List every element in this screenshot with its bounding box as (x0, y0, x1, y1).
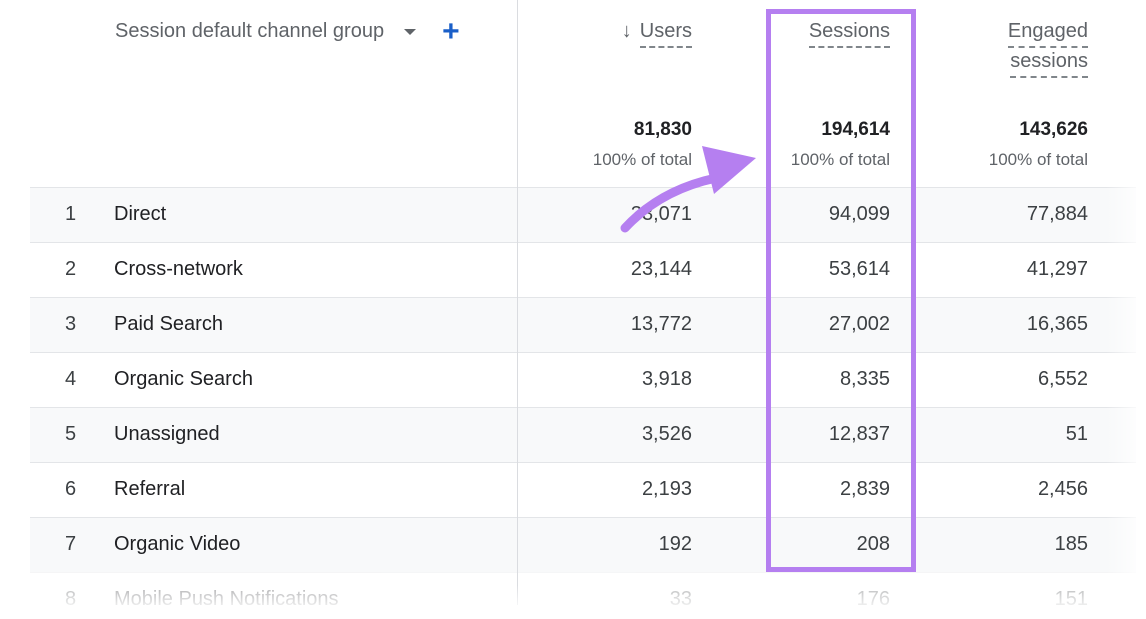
table-row[interactable]: 2 Cross-network 23,144 53,614 41,297 (30, 242, 1136, 297)
engaged-sessions-value: 2,456 (1037, 478, 1088, 500)
total-percent: 100% of total (592, 150, 692, 169)
row-index: 3 (65, 313, 77, 335)
channel-name[interactable]: Organic Video (114, 533, 240, 556)
sessions-value: 8,335 (839, 368, 890, 390)
channel-name[interactable]: Mobile Push Notifications (114, 588, 339, 611)
column-divider (517, 0, 518, 605)
column-label: Sessions (808, 18, 890, 48)
total-percent: 100% of total (790, 150, 890, 169)
channel-name[interactable]: Unassigned (114, 423, 220, 446)
engaged-sessions-value: 185 (1054, 533, 1088, 555)
dimension-label: Session default channel group (115, 20, 385, 42)
table-row[interactable]: 6 Referral 2,193 2,839 2,456 (30, 462, 1136, 517)
users-value: 33 (669, 588, 692, 610)
table-row[interactable]: 7 Organic Video 192 208 185 (30, 517, 1136, 572)
row-index: 2 (65, 258, 77, 280)
total-users: 81,830 100% of total (593, 118, 692, 170)
channel-name[interactable]: Cross-network (114, 258, 243, 281)
users-value: 192 (658, 533, 692, 555)
engaged-sessions-value: 151 (1054, 588, 1088, 610)
channel-name[interactable]: Organic Search (114, 368, 253, 391)
engaged-sessions-value: 16,365 (1026, 313, 1088, 335)
engaged-sessions-value: 41,297 (1026, 258, 1088, 280)
sessions-value: 94,099 (828, 203, 890, 225)
sessions-value: 2,839 (839, 478, 890, 500)
column-header-sessions[interactable]: Sessions (808, 18, 890, 48)
total-value: 194,614 (821, 119, 890, 140)
table-header: Session default channel group + ↓ Users S… (30, 0, 1136, 187)
sessions-value: 53,614 (828, 258, 890, 280)
users-value: 23,144 (630, 258, 692, 280)
users-value: 3,526 (641, 423, 692, 445)
users-value: 33,071 (630, 203, 692, 225)
total-value: 143,626 (1019, 119, 1088, 140)
column-label-line2: sessions (1010, 48, 1088, 78)
total-value: 81,830 (633, 119, 692, 140)
column-header-users[interactable]: ↓ Users (622, 18, 692, 48)
sessions-value: 12,837 (828, 423, 890, 445)
row-index: 1 (65, 203, 77, 225)
sessions-value: 208 (856, 533, 890, 555)
caret-down-icon[interactable] (404, 28, 417, 35)
row-index: 7 (65, 533, 77, 555)
table-row[interactable]: 3 Paid Search 13,772 27,002 16,365 (30, 297, 1136, 352)
channel-report-table: Session default channel group + ↓ Users S… (30, 0, 1136, 613)
column-label: Users (639, 18, 692, 48)
row-index: 8 (65, 588, 77, 610)
row-index: 6 (65, 478, 77, 500)
users-value: 2,193 (641, 478, 692, 500)
total-sessions: 194,614 100% of total (791, 118, 890, 170)
plus-icon[interactable]: + (442, 16, 460, 46)
column-header-engaged-sessions[interactable]: Engaged sessions (1007, 18, 1088, 78)
table-row[interactable]: 5 Unassigned 3,526 12,837 51 (30, 407, 1136, 462)
users-value: 13,772 (630, 313, 692, 335)
table-row[interactable]: 8 Mobile Push Notifications 33 176 151 (30, 572, 1136, 613)
column-label-line1: Engaged (1007, 18, 1088, 48)
engaged-sessions-value: 6,552 (1037, 368, 1088, 390)
sessions-value: 27,002 (828, 313, 890, 335)
total-percent: 100% of total (988, 150, 1088, 169)
row-index: 5 (65, 423, 77, 445)
channel-name[interactable]: Paid Search (114, 313, 223, 336)
arrow-down-icon: ↓ (621, 20, 632, 42)
channel-name[interactable]: Direct (114, 203, 166, 226)
sessions-value: 176 (856, 588, 890, 610)
total-engaged-sessions: 143,626 100% of total (989, 118, 1088, 170)
table-row[interactable]: 4 Organic Search 3,918 8,335 6,552 (30, 352, 1136, 407)
users-value: 3,918 (641, 368, 692, 390)
table-row[interactable]: 1 Direct 33,071 94,099 77,884 (30, 187, 1136, 242)
dimension-header[interactable]: Session default channel group + (115, 16, 460, 46)
row-index: 4 (65, 368, 77, 390)
table-body: 1 Direct 33,071 94,099 77,884 2 Cross-ne… (30, 187, 1136, 613)
engaged-sessions-value: 77,884 (1026, 203, 1088, 225)
channel-name[interactable]: Referral (114, 478, 185, 501)
engaged-sessions-value: 51 (1065, 423, 1088, 445)
